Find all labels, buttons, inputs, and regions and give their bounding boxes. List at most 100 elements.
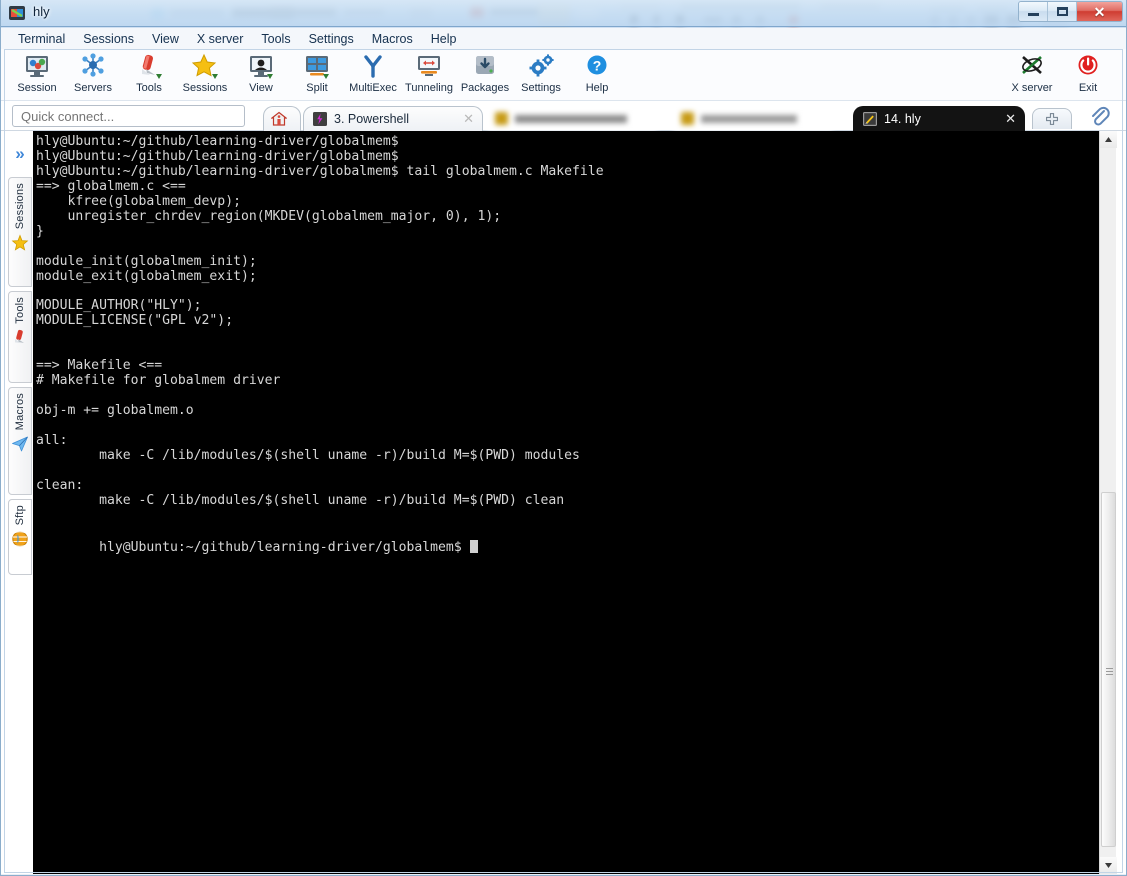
terminal-scrollbar[interactable]	[1099, 131, 1117, 874]
toolbar-multiexec-button[interactable]: MultiExec	[345, 50, 401, 100]
scrollbar-up-button[interactable]	[1100, 131, 1117, 148]
sidebar-item-macros-label: Macros	[14, 393, 26, 431]
menubar: Terminal Sessions View X server Tools Se…	[1, 28, 1126, 49]
menu-sessions[interactable]: Sessions	[74, 30, 143, 48]
svg-text:?: ?	[593, 58, 602, 74]
sidebar-item-sftp-label: Sftp	[14, 505, 26, 526]
tunneling-icon	[414, 53, 444, 81]
scrollbar-thumb[interactable]	[1101, 492, 1116, 847]
sidebar-item-sessions[interactable]: Sessions	[8, 177, 32, 287]
toolbar-tools-label: Tools	[136, 82, 162, 94]
toolbar-tunneling-button[interactable]: Tunneling	[401, 50, 457, 100]
toolbar-packages-label: Packages	[460, 82, 510, 94]
sidebar-expand-button[interactable]: »	[9, 143, 31, 165]
toolbar-sessions-label: Sessions	[182, 82, 228, 94]
mobaxterm-window: hly ✕ Terminal Sessions View X server To…	[0, 0, 1127, 876]
tab-hly[interactable]: 14. hly ✕	[853, 106, 1025, 131]
toolbar-split-button[interactable]: Split	[289, 50, 345, 100]
sidebar-item-tools[interactable]: Tools	[8, 291, 32, 383]
tab-hly-close-icon[interactable]: ✕	[995, 111, 1016, 127]
swiss-knife-icon	[11, 329, 29, 347]
toolbar-help-button[interactable]: ? Help	[569, 50, 625, 100]
session-icon	[22, 53, 52, 81]
sidebar-item-macros[interactable]: Macros	[8, 387, 32, 495]
multiexec-icon	[358, 53, 388, 81]
paper-plane-icon	[11, 435, 29, 453]
window-title: hly	[33, 4, 50, 19]
mobaxterm-icon	[8, 4, 27, 23]
tab-powershell-label: 3. Powershell	[334, 112, 410, 126]
menu-macros[interactable]: Macros	[363, 30, 422, 48]
toolbar-settings-label: Settings	[521, 82, 561, 94]
toolbar-x-server-button[interactable]: X server	[1004, 50, 1060, 100]
scroll-up-icon	[1105, 137, 1112, 142]
toolbar-sessions-button[interactable]: Sessions	[177, 50, 233, 100]
tab-home[interactable]	[263, 106, 301, 131]
star-icon	[11, 234, 29, 252]
left-sidebar: » Sessions Tools Macros Sftp	[6, 131, 33, 874]
minimize-icon	[1027, 13, 1039, 16]
tab-bar: 3. Powershell ✕ 14. hly ✕	[1, 101, 1126, 131]
power-exit-icon	[1073, 53, 1103, 81]
quick-connect-input[interactable]	[12, 105, 245, 127]
menu-tools[interactable]: Tools	[252, 30, 299, 48]
new-tab-button[interactable]	[1032, 108, 1072, 129]
terminal-cursor	[469, 539, 478, 553]
toolbar-tunneling-label: Tunneling	[405, 82, 453, 94]
tools-icon	[134, 53, 164, 81]
toolbar-split-label: Split	[306, 82, 328, 94]
toolbar-x-server-label: X server	[1011, 82, 1053, 94]
tab-powershell[interactable]: 3. Powershell ✕	[303, 106, 483, 131]
home-icon	[270, 111, 288, 127]
titlebar: hly ✕	[0, 0, 1127, 27]
toolbar-exit-button[interactable]: Exit	[1060, 50, 1116, 100]
toolbar-servers-label: Servers	[74, 82, 112, 94]
background-ghost-tab-2	[673, 107, 833, 131]
menu-help[interactable]: Help	[422, 30, 466, 48]
terminal-pane[interactable]: hly@Ubuntu:~/github/learning-driver/glob…	[33, 131, 1099, 874]
toolbar: Session Servers Tools Sessions View Spli…	[1, 49, 1126, 101]
close-button[interactable]: ✕	[1077, 2, 1122, 21]
toolbar-settings-button[interactable]: Settings	[513, 50, 569, 100]
menu-x-server[interactable]: X server	[188, 30, 253, 48]
ssh-session-icon	[862, 111, 878, 127]
help-icon: ?	[582, 53, 612, 81]
scroll-down-icon	[1105, 863, 1112, 868]
sessions-star-icon	[190, 53, 220, 81]
plus-icon	[1046, 113, 1058, 125]
toolbar-view-button[interactable]: View	[233, 50, 289, 100]
toolbar-packages-button[interactable]: Packages	[457, 50, 513, 100]
packages-icon	[470, 53, 500, 81]
maximize-icon	[1056, 7, 1068, 16]
toolbar-multiexec-label: MultiExec	[349, 82, 397, 94]
settings-gear-icon	[526, 53, 556, 81]
tab-powershell-close-icon[interactable]: ✕	[453, 111, 474, 127]
x-server-icon	[1017, 53, 1047, 81]
sidebar-item-sftp[interactable]: Sftp	[8, 499, 32, 575]
scrollbar-grip-icon	[1106, 668, 1113, 675]
toolbar-view-label: View	[249, 82, 273, 94]
minimize-button[interactable]	[1019, 2, 1048, 21]
toolbar-help-label: Help	[585, 82, 609, 94]
globe-icon	[9, 530, 31, 548]
toolbar-session-label: Session	[17, 82, 57, 94]
sidebar-item-sessions-label: Sessions	[14, 183, 26, 230]
background-ghost-tab-1	[487, 107, 657, 131]
tab-hly-label: 14. hly	[884, 112, 921, 126]
terminal-last-prompt: hly@Ubuntu:~/github/learning-driver/glob…	[99, 539, 470, 555]
menu-terminal[interactable]: Terminal	[9, 30, 74, 48]
menu-view[interactable]: View	[143, 30, 188, 48]
toolbar-servers-button[interactable]: Servers	[65, 50, 121, 100]
maximize-button[interactable]	[1048, 2, 1077, 21]
toolbar-session-button[interactable]: Session	[9, 50, 65, 100]
toolbar-exit-label: Exit	[1078, 82, 1098, 94]
menu-settings[interactable]: Settings	[300, 30, 363, 48]
toolbar-tools-button[interactable]: Tools	[121, 50, 177, 100]
attach-file-button[interactable]	[1087, 104, 1111, 128]
split-icon	[302, 53, 332, 81]
view-icon	[246, 53, 276, 81]
servers-icon	[78, 53, 108, 81]
sidebar-item-tools-label: Tools	[14, 297, 26, 324]
scrollbar-down-button[interactable]	[1100, 857, 1117, 874]
terminal-prompt-line: hly@Ubuntu:~/github/learning-driver/glob…	[36, 525, 478, 571]
